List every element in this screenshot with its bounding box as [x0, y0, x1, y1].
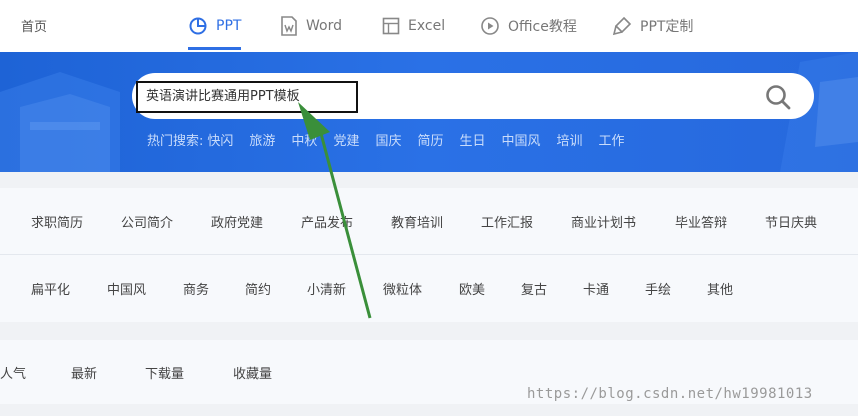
style-item[interactable]: 微粒体 [383, 279, 422, 298]
category-item[interactable]: 政府党建 [211, 212, 263, 231]
category-item[interactable]: 求职简历 [31, 212, 83, 231]
category-item[interactable]: 教育培训 [391, 212, 443, 231]
hot-search-term[interactable]: 党建 [333, 130, 359, 149]
tab-ppt-custom[interactable]: PPT定制 [612, 0, 693, 52]
category-item[interactable]: 公司简介 [121, 212, 173, 231]
hot-searches: 热门搜索: 快闪 旅游 中秋 党建 国庆 简历 生日 中国风 培训 工作 [147, 130, 641, 149]
brush-icon [612, 16, 632, 36]
category-item[interactable]: 毕业答辩 [675, 212, 727, 231]
category-filter-panel: 求职简历 公司简介 政府党建 产品发布 教育培训 工作汇报 商业计划书 毕业答辩… [0, 188, 858, 322]
tab-word-label: Word [306, 18, 342, 34]
hot-search-term[interactable]: 旅游 [249, 130, 275, 149]
style-item[interactable]: 中国风 [107, 279, 146, 298]
hot-search-label: 热门搜索: [147, 134, 204, 149]
style-item[interactable]: 手绘 [645, 279, 671, 298]
search-box: 英语演讲比赛通用PPT模板 [132, 73, 814, 119]
hot-search-term[interactable]: 中秋 [291, 130, 317, 149]
hot-search-term[interactable]: 工作 [599, 130, 625, 149]
category-item[interactable]: 产品发布 [301, 212, 353, 231]
play-circle-icon [481, 17, 499, 35]
sort-downloads[interactable]: 下载量 [145, 363, 184, 382]
tab-office-tutorial-label: Office教程 [508, 19, 577, 35]
category-item[interactable]: 节日庆典 [765, 212, 817, 231]
search-hero: 英语演讲比赛通用PPT模板 热门搜索: 快闪 旅游 中秋 党建 国庆 简历 生日… [0, 52, 858, 172]
sort-popularity[interactable]: 人气 [0, 363, 26, 382]
style-item[interactable]: 商务 [183, 279, 209, 298]
hot-search-term[interactable]: 培训 [557, 130, 583, 149]
tab-excel-label: Excel [408, 18, 446, 34]
sort-newest[interactable]: 最新 [71, 363, 97, 382]
hot-search-term[interactable]: 快闪 [207, 130, 233, 149]
style-item[interactable]: 其他 [707, 279, 733, 298]
style-item[interactable]: 卡通 [583, 279, 609, 298]
style-item[interactable]: 欧美 [459, 279, 485, 298]
category-row-styles: 扁平化 中国风 商务 简约 小清新 微粒体 欧美 复古 卡通 手绘 其他 [0, 255, 858, 321]
tab-ppt-label: PPT [216, 18, 242, 34]
tab-word[interactable]: Word [280, 0, 342, 52]
hot-search-term[interactable]: 简历 [417, 130, 443, 149]
hot-search-term[interactable]: 中国风 [502, 130, 541, 149]
word-doc-icon [281, 16, 297, 36]
top-navigation: 首页 PPT Word Excel Office教程 PPT定制 [0, 0, 858, 52]
style-item[interactable]: 简约 [245, 279, 271, 298]
spreadsheet-icon [382, 17, 400, 35]
tab-ppt[interactable]: PPT [188, 0, 242, 52]
search-icon[interactable] [764, 83, 792, 111]
home-link[interactable]: 首页 [21, 16, 47, 35]
style-item[interactable]: 小清新 [307, 279, 346, 298]
tab-office-tutorial[interactable]: Office教程 [480, 0, 577, 52]
style-item[interactable]: 复古 [521, 279, 547, 298]
category-item[interactable]: 商业计划书 [571, 212, 636, 231]
category-row-topics: 求职简历 公司简介 政府党建 产品发布 教育培训 工作汇报 商业计划书 毕业答辩… [0, 188, 858, 254]
watermark-text: https://blog.csdn.net/hw19981013 [527, 386, 813, 402]
tab-ppt-custom-label: PPT定制 [640, 19, 694, 35]
style-item[interactable]: 扁平化 [31, 279, 70, 298]
tab-excel[interactable]: Excel [382, 0, 445, 52]
search-input[interactable]: 英语演讲比赛通用PPT模板 [136, 81, 358, 113]
category-item[interactable]: 工作汇报 [481, 212, 533, 231]
pie-chart-icon [189, 17, 207, 35]
hot-search-term[interactable]: 生日 [459, 130, 485, 149]
hot-search-term[interactable]: 国庆 [375, 130, 401, 149]
sort-favorites[interactable]: 收藏量 [233, 363, 272, 382]
